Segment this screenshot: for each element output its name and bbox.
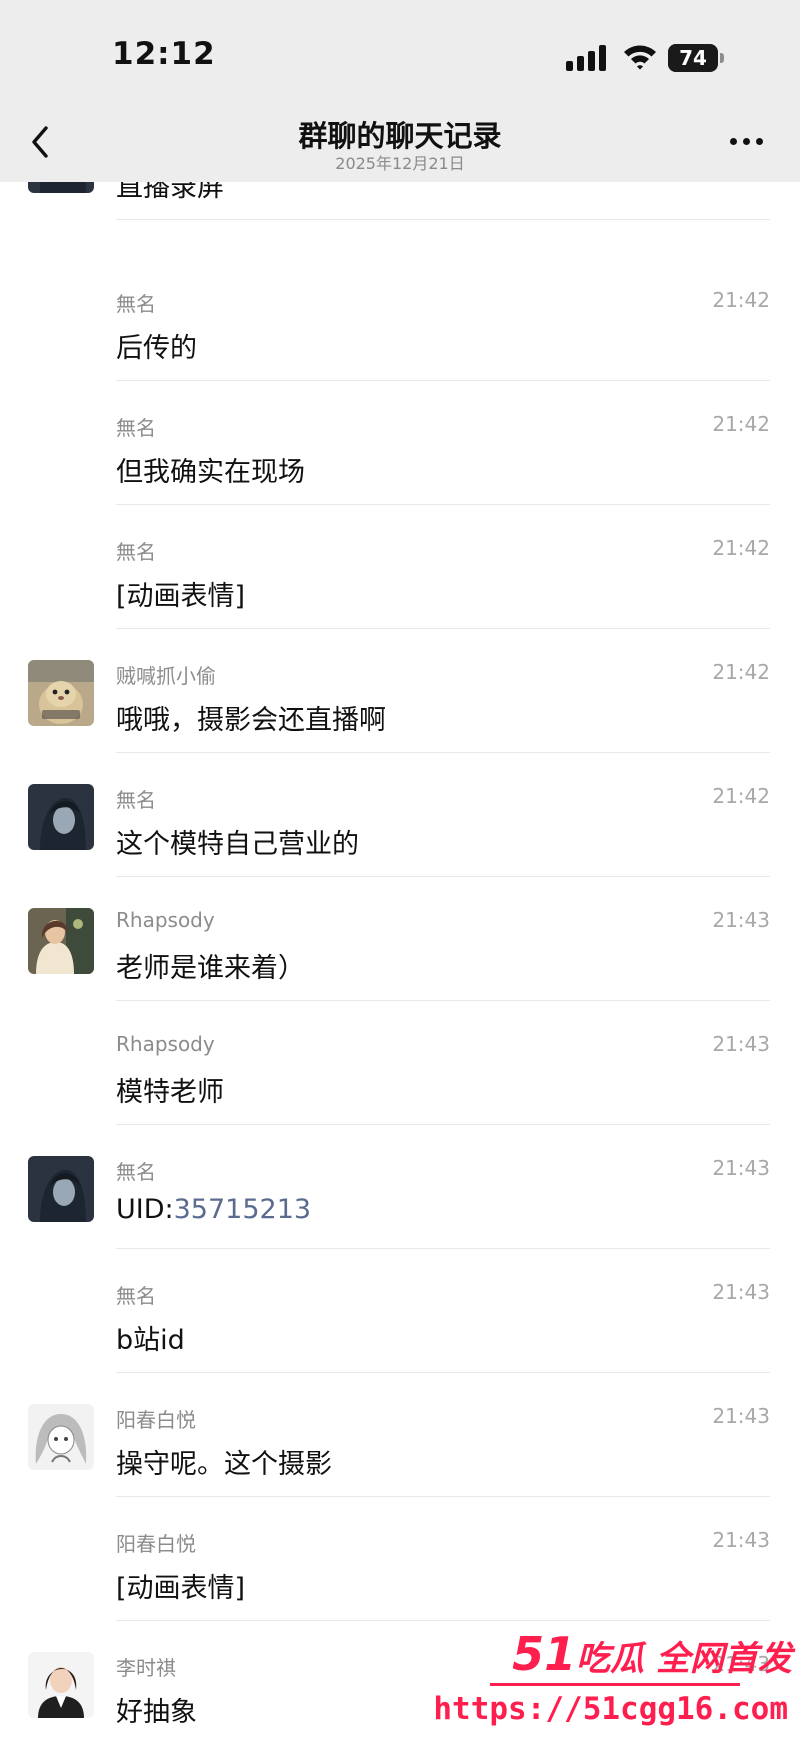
message-text[interactable]: [动画表情] <box>116 574 245 613</box>
wifi-icon <box>624 45 656 70</box>
watermark: 51吃瓜 全网首发 https://51cgg16.com <box>433 1619 800 1739</box>
message-time: 21:43 <box>712 1528 770 1552</box>
sender-name: 無名 <box>116 1284 156 1308</box>
sender-name: 阳春白悦 <box>116 1532 196 1556</box>
watermark-text: 吃瓜 全网首发 <box>576 1639 792 1679</box>
message-time: 21:42 <box>712 784 770 808</box>
sender-name: 阳春白悦 <box>116 1408 196 1432</box>
portrait-woman-avatar-icon <box>28 1652 94 1718</box>
dark-anime-avatar-icon <box>28 1156 94 1222</box>
avatar[interactable] <box>28 784 94 850</box>
message-text[interactable]: 模特老师 <box>116 1070 224 1109</box>
more-dot-icon <box>743 138 750 145</box>
message-item: 無名 21:42 后传的 <box>0 257 800 381</box>
message-item: 阳春白悦 21:43 [动画表情] <box>0 1497 800 1621</box>
sender-name: 無名 <box>116 1160 156 1184</box>
message-time: 21:43 <box>712 1280 770 1304</box>
chat-history-screen: 直播录屏 無名 21:42 后传的 無名 21:42 但我确实在现场 無名 21… <box>0 0 800 1739</box>
status-time: 12:12 <box>112 36 216 72</box>
message-item: Rhapsody 21:43 模特老师 <box>0 1001 800 1125</box>
sender-name: 無名 <box>116 416 156 440</box>
watermark-url: https://51cgg16.com <box>433 1691 788 1727</box>
sender-name: Rhapsody <box>116 908 215 932</box>
more-dot-icon <box>730 138 737 145</box>
sender-name: 無名 <box>116 292 156 316</box>
message-list[interactable]: 直播录屏 無名 21:42 后传的 無名 21:42 但我确实在现场 無名 21… <box>0 0 800 1739</box>
message-item: 無名 21:43 UID:35715213 <box>0 1125 800 1249</box>
message-text[interactable]: UID:35715213 <box>116 1194 311 1225</box>
message-text[interactable]: 老师是谁来着） <box>116 946 305 985</box>
cellular-signal-icon <box>566 45 608 71</box>
sender-name: 贼喊抓小偷 <box>116 664 216 688</box>
message-text[interactable]: 哦哦，摄影会还直播啊 <box>116 698 386 737</box>
battery-level: 74 <box>679 46 707 70</box>
message-text[interactable]: b站id <box>116 1318 185 1357</box>
message-time: 21:43 <box>712 908 770 932</box>
more-dot-icon <box>756 138 763 145</box>
watermark-number: 51 <box>512 1627 577 1681</box>
sender-name: 李时祺 <box>116 1656 176 1680</box>
page-title: 群聊的聊天记录 <box>298 119 502 153</box>
more-button[interactable] <box>722 126 772 156</box>
dark-anime-avatar-icon <box>28 784 94 850</box>
message-item: 無名 21:42 这个模特自己营业的 <box>0 753 800 877</box>
battery-cap <box>720 53 724 63</box>
hamster-avatar-icon <box>28 660 94 726</box>
battery-body: 74 <box>668 44 718 72</box>
page-subtitle: 2025年12月21日 <box>335 154 465 173</box>
uid-link[interactable]: 35715213 <box>174 1194 311 1225</box>
message-item: 贼喊抓小偷 21:42 哦哦，摄影会还直播啊 <box>0 629 800 753</box>
message-item: 無名 21:42 但我确实在现场 <box>0 381 800 505</box>
top-bar: 12:12 74 群聊的聊天记录 2025年12月21日 <box>0 0 800 182</box>
sketch-anime-avatar-icon <box>28 1404 94 1470</box>
watermark-brand: 51吃瓜 全网首发 <box>512 1627 792 1681</box>
message-item: Rhapsody 21:43 老师是谁来着） <box>0 877 800 1001</box>
message-item: 無名 21:42 [动画表情] <box>0 505 800 629</box>
avatar[interactable] <box>28 1404 94 1470</box>
message-time: 21:42 <box>712 412 770 436</box>
sender-name: Rhapsody <box>116 1032 215 1056</box>
avatar[interactable] <box>28 660 94 726</box>
sender-name: 無名 <box>116 540 156 564</box>
message-item: 無名 21:43 b站id <box>0 1249 800 1373</box>
message-time: 21:42 <box>712 288 770 312</box>
sender-name: 無名 <box>116 788 156 812</box>
message-time: 21:42 <box>712 536 770 560</box>
message-text[interactable]: 操守呢。这个摄影 <box>116 1442 332 1481</box>
avatar[interactable] <box>28 1156 94 1222</box>
photo-girl-avatar-icon <box>28 908 94 974</box>
battery-icon: 74 <box>668 44 724 72</box>
message-text[interactable]: 但我确实在现场 <box>116 450 305 489</box>
message-time: 21:43 <box>712 1032 770 1056</box>
message-text[interactable]: [动画表情] <box>116 1566 245 1605</box>
message-text[interactable]: 这个模特自己营业的 <box>116 822 359 861</box>
message-time: 21:43 <box>712 1404 770 1428</box>
avatar[interactable] <box>28 908 94 974</box>
message-time: 21:42 <box>712 660 770 684</box>
message-text[interactable]: 后传的 <box>116 326 197 365</box>
uid-label: UID: <box>116 1194 174 1225</box>
watermark-line <box>490 1683 740 1686</box>
avatar[interactable] <box>28 1652 94 1718</box>
message-item: 阳春白悦 21:43 操守呢。这个摄影 <box>0 1373 800 1497</box>
message-time: 21:43 <box>712 1156 770 1180</box>
divider <box>116 219 770 220</box>
message-text[interactable]: 好抽象 <box>116 1690 197 1729</box>
